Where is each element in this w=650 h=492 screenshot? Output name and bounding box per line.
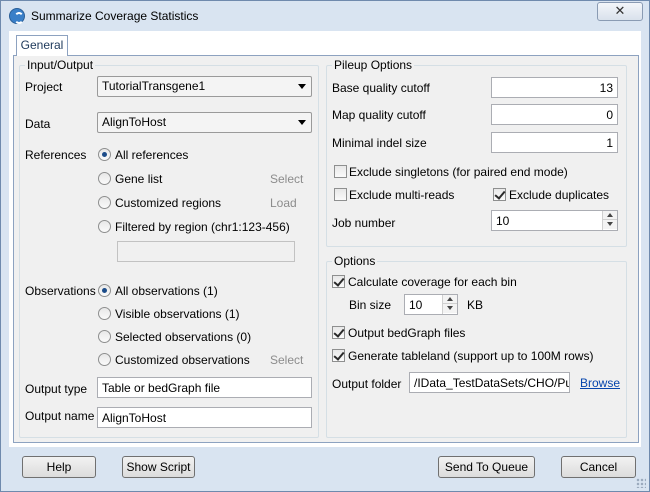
calculate-coverage-label[interactable]: Calculate coverage for each bin [348, 275, 517, 289]
observations-label: Observations [25, 284, 96, 298]
tab-general[interactable]: General [16, 35, 68, 56]
browse-link[interactable]: Browse [580, 376, 620, 390]
exclude-duplicates-label[interactable]: Exclude duplicates [509, 188, 609, 202]
cancel-button[interactable]: Cancel [561, 456, 636, 478]
radio-customized-regions[interactable] [98, 196, 111, 209]
data-label: Data [25, 117, 51, 131]
bin-size-stepper[interactable]: 10 [404, 294, 458, 315]
references-label: References [25, 148, 87, 162]
spin-down-icon[interactable] [443, 304, 457, 313]
radio-selected-observations-label[interactable]: Selected observations (0) [115, 330, 251, 344]
radio-visible-observations-label[interactable]: Visible observations (1) [115, 307, 240, 321]
generate-tableland-label[interactable]: Generate tableland (support up to 100M r… [348, 349, 593, 363]
send-to-queue-button[interactable]: Send To Queue [438, 456, 535, 478]
calculate-coverage-checkbox[interactable] [332, 275, 345, 288]
bin-size-spin-buttons[interactable] [442, 295, 457, 314]
resize-grip-icon[interactable] [636, 478, 646, 488]
chevron-down-icon [298, 84, 306, 89]
chevron-down-icon [298, 120, 306, 125]
radio-customized-observations[interactable] [98, 353, 111, 366]
show-script-button[interactable]: Show Script [122, 456, 195, 478]
radio-customized-regions-label[interactable]: Customized regions [115, 196, 221, 210]
radio-all-references[interactable] [98, 148, 111, 161]
exclude-multi-reads-label[interactable]: Exclude multi-reads [349, 188, 454, 202]
spin-up-icon[interactable] [603, 211, 617, 220]
close-button[interactable]: ✕ [597, 2, 643, 21]
customized-observations-select-button[interactable]: Select [270, 353, 303, 367]
data-value: AlignToHost [102, 115, 167, 129]
output-folder-label: Output folder [332, 377, 402, 391]
radio-all-observations[interactable] [98, 284, 111, 297]
output-type-field[interactable]: Table or bedGraph file [97, 377, 312, 398]
exclude-singletons-checkbox[interactable] [334, 165, 347, 178]
project-value: TutorialTransgene1 [102, 79, 206, 93]
map-quality-label: Map quality cutoff [332, 108, 426, 122]
app-logo-icon [9, 8, 25, 24]
radio-visible-observations[interactable] [98, 307, 111, 320]
output-bedgraph-checkbox[interactable] [332, 326, 345, 339]
job-number-label: Job number [332, 216, 396, 230]
job-number-stepper[interactable]: 10 [491, 210, 618, 231]
output-bedgraph-label[interactable]: Output bedGraph files [348, 326, 465, 340]
spin-down-icon[interactable] [603, 220, 617, 229]
help-button[interactable]: Help [22, 456, 96, 478]
bin-size-unit: KB [467, 298, 484, 312]
radio-filtered-by-region-label[interactable]: Filtered by region (chr1:123-456) [115, 220, 290, 234]
output-type-label: Output type [25, 382, 88, 396]
radio-all-observations-label[interactable]: All observations (1) [115, 284, 218, 298]
exclude-duplicates-checkbox[interactable] [493, 188, 506, 201]
bin-size-value: 10 [409, 298, 423, 312]
radio-selected-observations[interactable] [98, 330, 111, 343]
dialog-window: Summarize Coverage Statistics ✕ General … [0, 0, 650, 492]
generate-tableland-checkbox[interactable] [332, 349, 345, 362]
options-group-title: Options [332, 254, 378, 268]
window-title: Summarize Coverage Statistics [31, 9, 199, 23]
project-dropdown[interactable]: TutorialTransgene1 [97, 76, 312, 97]
output-folder-field[interactable]: /IData_TestDataSets/CHO/Pub [409, 372, 570, 393]
min-indel-input[interactable]: 1 [491, 132, 618, 153]
exclude-singletons-label[interactable]: Exclude singletons (for paired end mode) [349, 165, 568, 179]
output-name-label: Output name [25, 409, 95, 423]
radio-gene-list-label[interactable]: Gene list [115, 172, 162, 186]
radio-filtered-by-region[interactable] [98, 220, 111, 233]
title-bar[interactable]: Summarize Coverage Statistics ✕ [1, 1, 649, 31]
exclude-multi-reads-checkbox[interactable] [334, 188, 347, 201]
job-number-value: 10 [496, 214, 510, 228]
pileup-options-group-title: Pileup Options [332, 58, 415, 72]
job-number-spin-buttons[interactable] [602, 211, 617, 230]
project-label: Project [25, 80, 63, 94]
min-indel-label: Minimal indel size [332, 136, 427, 150]
customized-regions-load-button[interactable]: Load [270, 196, 297, 210]
base-quality-input[interactable]: 13 [491, 77, 618, 98]
bin-size-label: Bin size [349, 298, 392, 312]
output-name-field[interactable]: AlignToHost [97, 407, 312, 428]
spin-up-icon[interactable] [443, 295, 457, 304]
map-quality-input[interactable]: 0 [491, 104, 618, 125]
radio-all-references-label[interactable]: All references [115, 148, 188, 162]
region-filter-input[interactable] [117, 241, 295, 262]
radio-customized-observations-label[interactable]: Customized observations [115, 353, 250, 367]
base-quality-label: Base quality cutoff [332, 81, 430, 95]
gene-list-select-button[interactable]: Select [270, 172, 303, 186]
data-dropdown[interactable]: AlignToHost [97, 112, 312, 133]
input-output-group-title: Input/Output [25, 58, 96, 72]
radio-gene-list[interactable] [98, 172, 111, 185]
